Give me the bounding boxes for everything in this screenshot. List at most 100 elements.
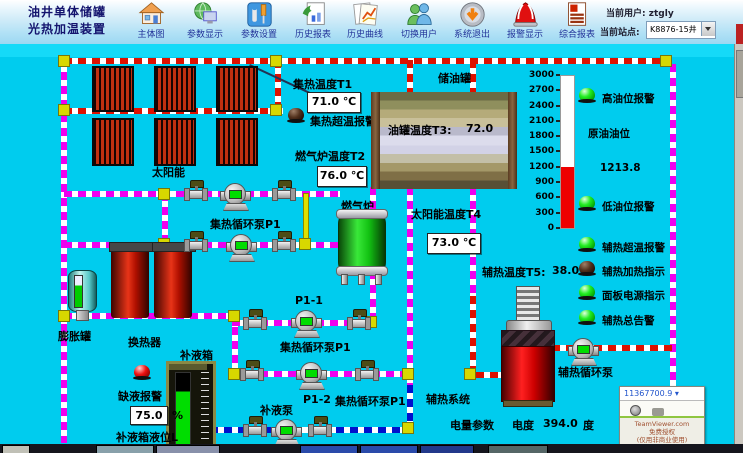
oil-level-label: 原油油位 xyxy=(588,126,630,141)
taskbar-button[interactable] xyxy=(300,445,358,453)
toolbar-button-summary-report[interactable]: 综合报表 xyxy=(550,1,604,43)
aux-heating-label: 辅热加热指示 xyxy=(602,264,665,279)
app-title-line2: 光热加温装置 xyxy=(28,21,106,38)
chevron-down-icon[interactable] xyxy=(701,22,715,36)
gauge-tick-label: 1500 xyxy=(528,146,554,156)
toolbar-button-alarm-display[interactable]: 报警显示 xyxy=(498,1,552,43)
scada-main-screen: 油井单体储罐 光热加温装置 主体图 参数显示 参数设置 历史报表 历史曲线 切换… xyxy=(0,0,743,453)
level-tube xyxy=(74,275,83,308)
aux-pump-label: 辅热循环泵 xyxy=(558,364,613,380)
taskbar-button[interactable] xyxy=(156,445,220,453)
furnace-leg xyxy=(358,274,365,285)
station-select-value: K8876-15井 xyxy=(650,22,697,37)
power-kwh-label: 电度 xyxy=(512,417,534,433)
refill-scale-ticks xyxy=(201,372,209,448)
divider-band xyxy=(0,44,743,57)
taskbar-button[interactable] xyxy=(96,445,154,453)
heat-exchanger-cylinder xyxy=(154,248,192,318)
scrollbar-thumb[interactable] xyxy=(736,50,743,98)
toolbar-button-param-settings[interactable]: 参数设置 xyxy=(232,1,286,43)
refill-level-display: 75.0 xyxy=(130,406,168,425)
pipe-joint xyxy=(58,310,70,322)
taskbar-button[interactable] xyxy=(360,445,418,453)
taskbar-button[interactable] xyxy=(488,445,548,453)
gauge-tick-label: 3000 xyxy=(528,70,554,80)
house-icon xyxy=(138,1,165,28)
valve[interactable] xyxy=(272,231,296,250)
toolbar-button-history-report[interactable]: 历史报表 xyxy=(286,1,340,43)
aux-heater-base xyxy=(503,400,553,407)
low-oil-alarm-label: 低油位报警 xyxy=(602,199,655,214)
gauge-tick-label: 1800 xyxy=(528,131,554,141)
taskbar-button[interactable] xyxy=(2,445,30,453)
switch-user-icon xyxy=(406,1,433,28)
camera-icon[interactable] xyxy=(630,405,641,416)
teamviewer-panel[interactable]: 11367700.9 ▾ TeamViewer.com 免费授权 (仅用非商业使… xyxy=(619,386,705,450)
power-kwh-unit: 度 xyxy=(583,417,594,433)
toolbar-button-system-exit[interactable]: 系统退出 xyxy=(445,1,499,43)
toolbar-button-history-curve[interactable]: 历史曲线 xyxy=(338,1,392,43)
pipe-tank-inlet-left xyxy=(407,60,413,94)
valve[interactable] xyxy=(272,180,296,199)
valve[interactable] xyxy=(184,180,208,199)
current-user: 当前用户: ztgly xyxy=(606,6,674,19)
current-user-value: ztgly xyxy=(649,9,674,19)
toolbar-button-main-diagram[interactable]: 主体图 xyxy=(124,1,178,43)
oil-level-gauge xyxy=(560,75,575,229)
pump-p1-a-label: 集热循环泵P1 xyxy=(280,339,351,355)
aux-circulation-pump[interactable] xyxy=(568,338,598,365)
toolbar-button-switch-user[interactable]: 切换用户 xyxy=(392,1,446,43)
liquid-shortage-alarm-led xyxy=(133,365,151,380)
solar-field-label: 太阳能 xyxy=(152,164,185,180)
furnace-top-band xyxy=(336,209,388,219)
t1-display: 71.0 ℃ xyxy=(307,92,361,113)
t5-value: 38.0 xyxy=(552,264,579,277)
valve[interactable] xyxy=(184,231,208,250)
valve[interactable] xyxy=(243,416,267,435)
vertical-scrollbar[interactable] xyxy=(734,44,743,444)
panel-power-label: 面板电源指示 xyxy=(602,288,665,303)
valve[interactable] xyxy=(347,309,371,328)
t3-value: 72.0 xyxy=(466,122,493,135)
high-oil-alarm-label: 高油位报警 xyxy=(602,91,655,106)
high-oil-alarm-led xyxy=(578,88,596,103)
solar-panel xyxy=(216,66,258,112)
aux-overtemp-led xyxy=(578,237,596,252)
t4-label: 太阳能温度T4 xyxy=(411,206,481,222)
valve[interactable] xyxy=(308,416,332,435)
furnace-leg xyxy=(341,274,348,285)
toolbar: 油井单体储罐 光热加温装置 主体图 参数显示 参数设置 历史报表 历史曲线 切换… xyxy=(0,0,743,45)
collector-pump-p1-2[interactable] xyxy=(296,362,326,389)
chat-icon[interactable] xyxy=(652,408,664,416)
pipe-joint xyxy=(299,238,311,250)
valve[interactable] xyxy=(243,309,267,328)
collector-pump-p1[interactable] xyxy=(220,183,250,210)
collector-pump-row2[interactable] xyxy=(226,234,256,261)
refill-level-label: 补液箱液位L xyxy=(116,429,178,445)
refill-pump[interactable] xyxy=(271,419,301,446)
aux-heating-led xyxy=(578,261,596,276)
solar-panel xyxy=(154,118,196,166)
collector-pump-rowA[interactable] xyxy=(291,310,321,337)
aux-heater-body xyxy=(501,346,555,402)
pipe-joint xyxy=(58,104,70,116)
valve[interactable] xyxy=(355,360,379,379)
taskbar-button[interactable] xyxy=(420,445,474,453)
pipe-exchanger-row xyxy=(64,313,235,319)
station-select[interactable]: K8876-15井 xyxy=(646,21,716,39)
oil-level-fill xyxy=(561,167,574,228)
pipe-joint xyxy=(270,55,282,67)
aux-heater-rod xyxy=(516,286,540,324)
solar-panel xyxy=(92,118,134,166)
teamviewer-id[interactable]: 11367700.9 ▾ xyxy=(620,387,704,401)
liquid-shortage-alarm-label: 缺液报警 xyxy=(118,388,162,404)
current-station-label: 当前站点: xyxy=(600,25,640,38)
aux-total-alarm-label: 辅热总告警 xyxy=(602,313,655,328)
gauge-tick-label: 2100 xyxy=(528,116,554,126)
globe-monitor-icon xyxy=(192,1,219,28)
valve[interactable] xyxy=(240,360,264,379)
expansion-tank-label: 膨胀罐 xyxy=(58,328,91,344)
toolbar-button-param-display[interactable]: 参数显示 xyxy=(178,1,232,43)
teamviewer-line1: TeamViewer.com xyxy=(620,420,704,428)
pipe-joint xyxy=(158,188,170,200)
